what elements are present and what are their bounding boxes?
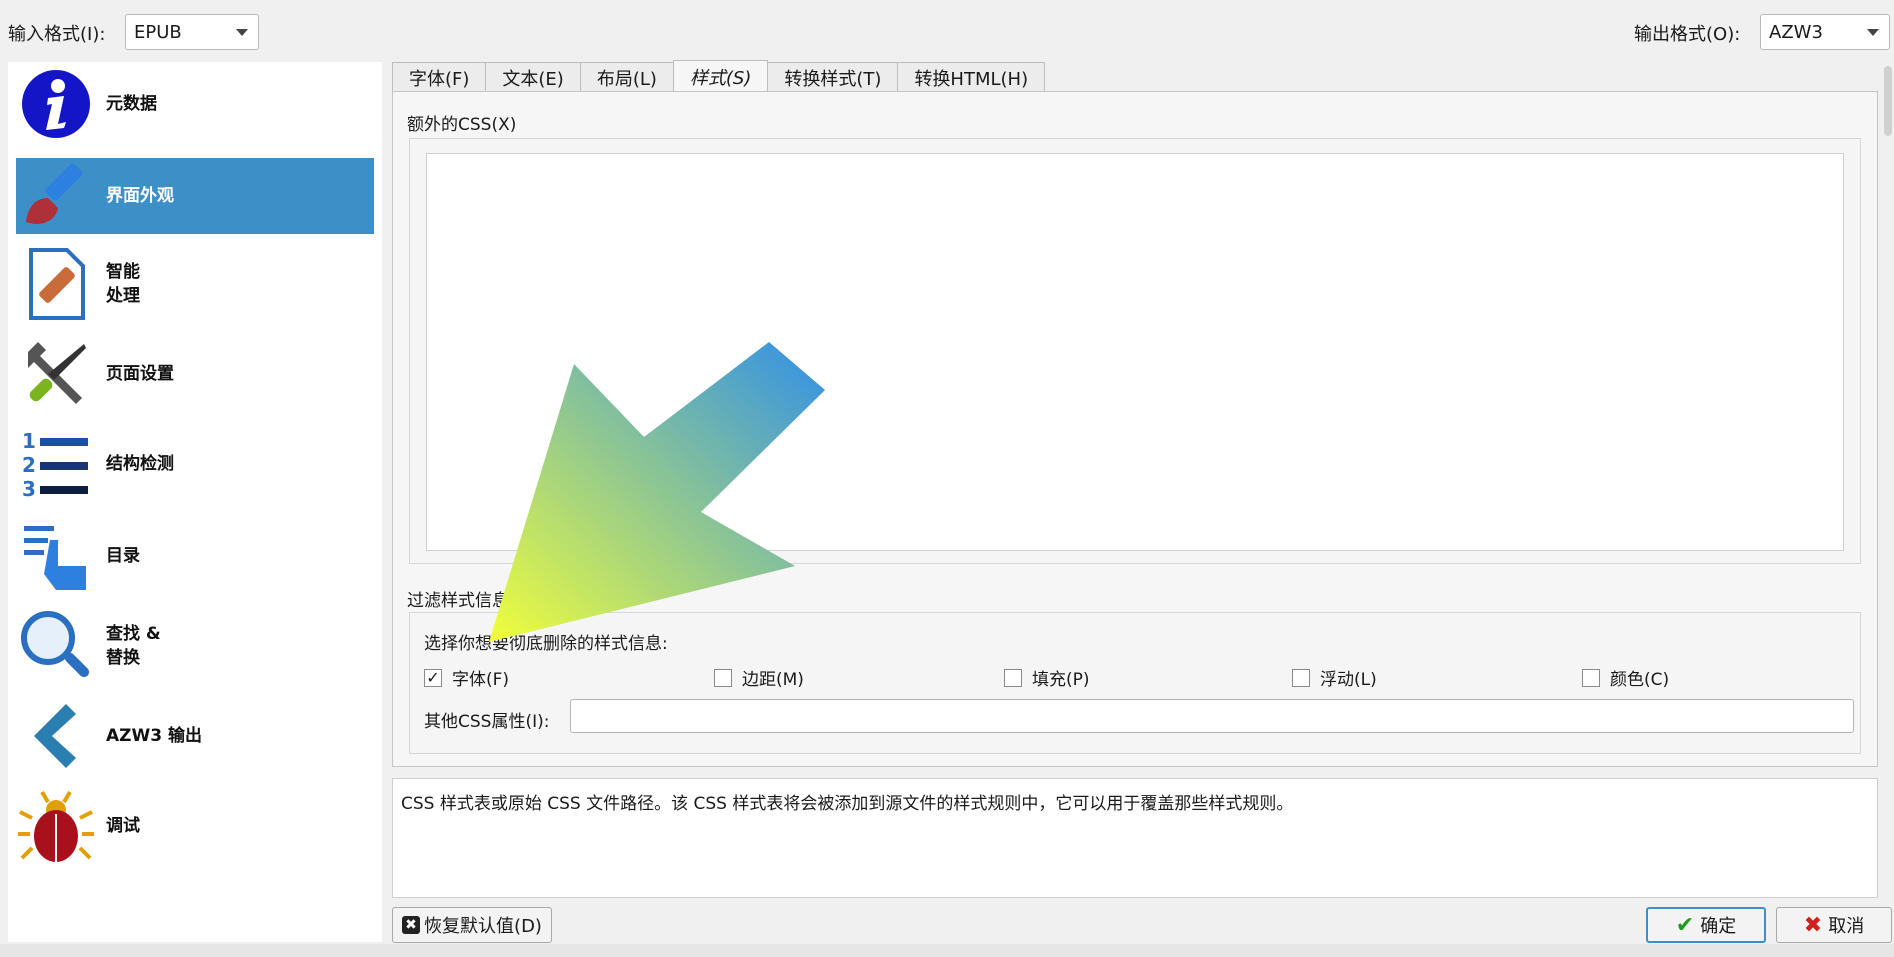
svg-text:3: 3 xyxy=(22,477,36,500)
scrollbar-thumb[interactable] xyxy=(1884,66,1892,136)
sidebar-item-label: 元数据 xyxy=(106,94,157,114)
paintbrush-icon xyxy=(16,158,96,234)
sidebar-item-debug[interactable]: 调试 xyxy=(16,788,374,864)
sidebar-item-label: 页面设置 xyxy=(106,364,174,384)
document-bandage-icon xyxy=(16,246,96,322)
tab-transform-styles[interactable]: 转换样式(T) xyxy=(767,62,899,92)
filter-option-label: 颜色(C) xyxy=(1610,670,1670,690)
tab-layout[interactable]: 布局(L) xyxy=(579,62,674,92)
output-format-label: 输出格式(O): xyxy=(1634,24,1741,45)
tab-bar: 字体(F) 文本(E) 布局(L) 样式(S) 转换样式(T) 转换HTML(H… xyxy=(392,60,1046,92)
chevron-down-icon xyxy=(236,29,248,36)
filter-option-floats[interactable]: 浮动(L) xyxy=(1292,665,1377,690)
bug-icon xyxy=(16,788,96,864)
filter-option-colors[interactable]: 颜色(C) xyxy=(1582,665,1669,690)
sidebar-item-look-and-feel[interactable]: 界面外观 xyxy=(16,158,374,234)
filter-option-label: 填充(P) xyxy=(1032,670,1090,690)
sidebar-item-label: 查找 & 替换 xyxy=(106,624,161,668)
sidebar: 元数据 界面外观 智能 处理 页面设置 123 结构检测 目录 查找 & 替换 … xyxy=(8,62,382,942)
ok-button[interactable]: ✔ 确定 xyxy=(1646,907,1766,943)
input-format-select[interactable]: EPUB xyxy=(125,14,259,50)
toc-hand-icon xyxy=(16,518,96,594)
input-format-value: EPUB xyxy=(134,21,182,43)
magnifier-icon xyxy=(16,608,96,684)
close-icon: ✖ xyxy=(1803,912,1823,938)
sidebar-item-label: 界面外观 xyxy=(106,186,174,206)
floats-checkbox[interactable] xyxy=(1292,668,1310,687)
cancel-button[interactable]: ✖ 取消 xyxy=(1776,907,1892,943)
sidebar-item-label: 目录 xyxy=(106,546,140,566)
sidebar-item-structure-detection[interactable]: 123 结构检测 xyxy=(16,426,374,502)
sidebar-item-heuristic[interactable]: 智能 处理 xyxy=(16,246,374,322)
svg-text:2: 2 xyxy=(22,453,36,477)
sidebar-item-search-replace[interactable]: 查找 & 替换 xyxy=(16,608,374,684)
annotation-arrow xyxy=(489,342,825,642)
filter-option-padding[interactable]: 填充(P) xyxy=(1004,665,1090,690)
output-format-value: AZW3 xyxy=(1769,21,1823,43)
info-icon xyxy=(16,66,96,142)
numbered-list-icon: 123 xyxy=(16,426,96,502)
sidebar-item-azw3-output[interactable]: AZW3 输出 xyxy=(16,698,374,774)
tab-fonts[interactable]: 字体(F) xyxy=(392,62,487,92)
azw3-chevron-icon xyxy=(16,698,96,774)
svg-text:1: 1 xyxy=(22,429,36,453)
sidebar-item-label: AZW3 输出 xyxy=(106,726,202,746)
output-format-select[interactable]: AZW3 xyxy=(1760,14,1890,50)
chevron-down-icon xyxy=(1867,29,1879,36)
tab-styling[interactable]: 样式(S) xyxy=(672,60,769,92)
sidebar-item-page-setup[interactable]: 页面设置 xyxy=(16,336,374,412)
input-format-label: 输入格式(I): xyxy=(8,24,106,45)
sidebar-item-toc[interactable]: 目录 xyxy=(16,518,374,594)
tools-icon xyxy=(16,336,96,412)
cancel-label: 取消 xyxy=(1828,916,1865,937)
padding-checkbox[interactable] xyxy=(1004,668,1022,687)
help-text: CSS 样式表或原始 CSS 文件路径。该 CSS 样式表将会被添加到源文件的样… xyxy=(392,778,1878,898)
sidebar-item-label: 结构检测 xyxy=(106,454,174,474)
font-checkbox[interactable]: ✓ xyxy=(424,668,442,687)
extra-css-label: 额外的CSS(X) xyxy=(407,115,517,135)
filter-option-label: 浮动(L) xyxy=(1320,670,1377,690)
tab-transform-html[interactable]: 转换HTML(H) xyxy=(897,62,1046,92)
sidebar-item-metadata[interactable]: 元数据 xyxy=(16,66,374,142)
sidebar-item-label: 调试 xyxy=(106,816,140,836)
tab-text[interactable]: 文本(E) xyxy=(485,62,581,92)
status-strip xyxy=(0,944,1894,957)
restore-icon: ✖ xyxy=(402,916,421,934)
restore-defaults-button[interactable]: ✖ 恢复默认值(D) xyxy=(392,907,552,943)
styling-panel: 额外的CSS(X) 过滤样式信息 选择你想要彻底删除的样式信息: ✓ 字体(F)… xyxy=(392,91,1878,767)
colors-checkbox[interactable] xyxy=(1582,668,1600,687)
restore-defaults-label: 恢复默认值(D) xyxy=(424,916,542,937)
sidebar-item-label: 智能 处理 xyxy=(106,262,140,306)
checkmark-icon: ✔ xyxy=(1675,912,1695,938)
ok-label: 确定 xyxy=(1700,916,1737,937)
